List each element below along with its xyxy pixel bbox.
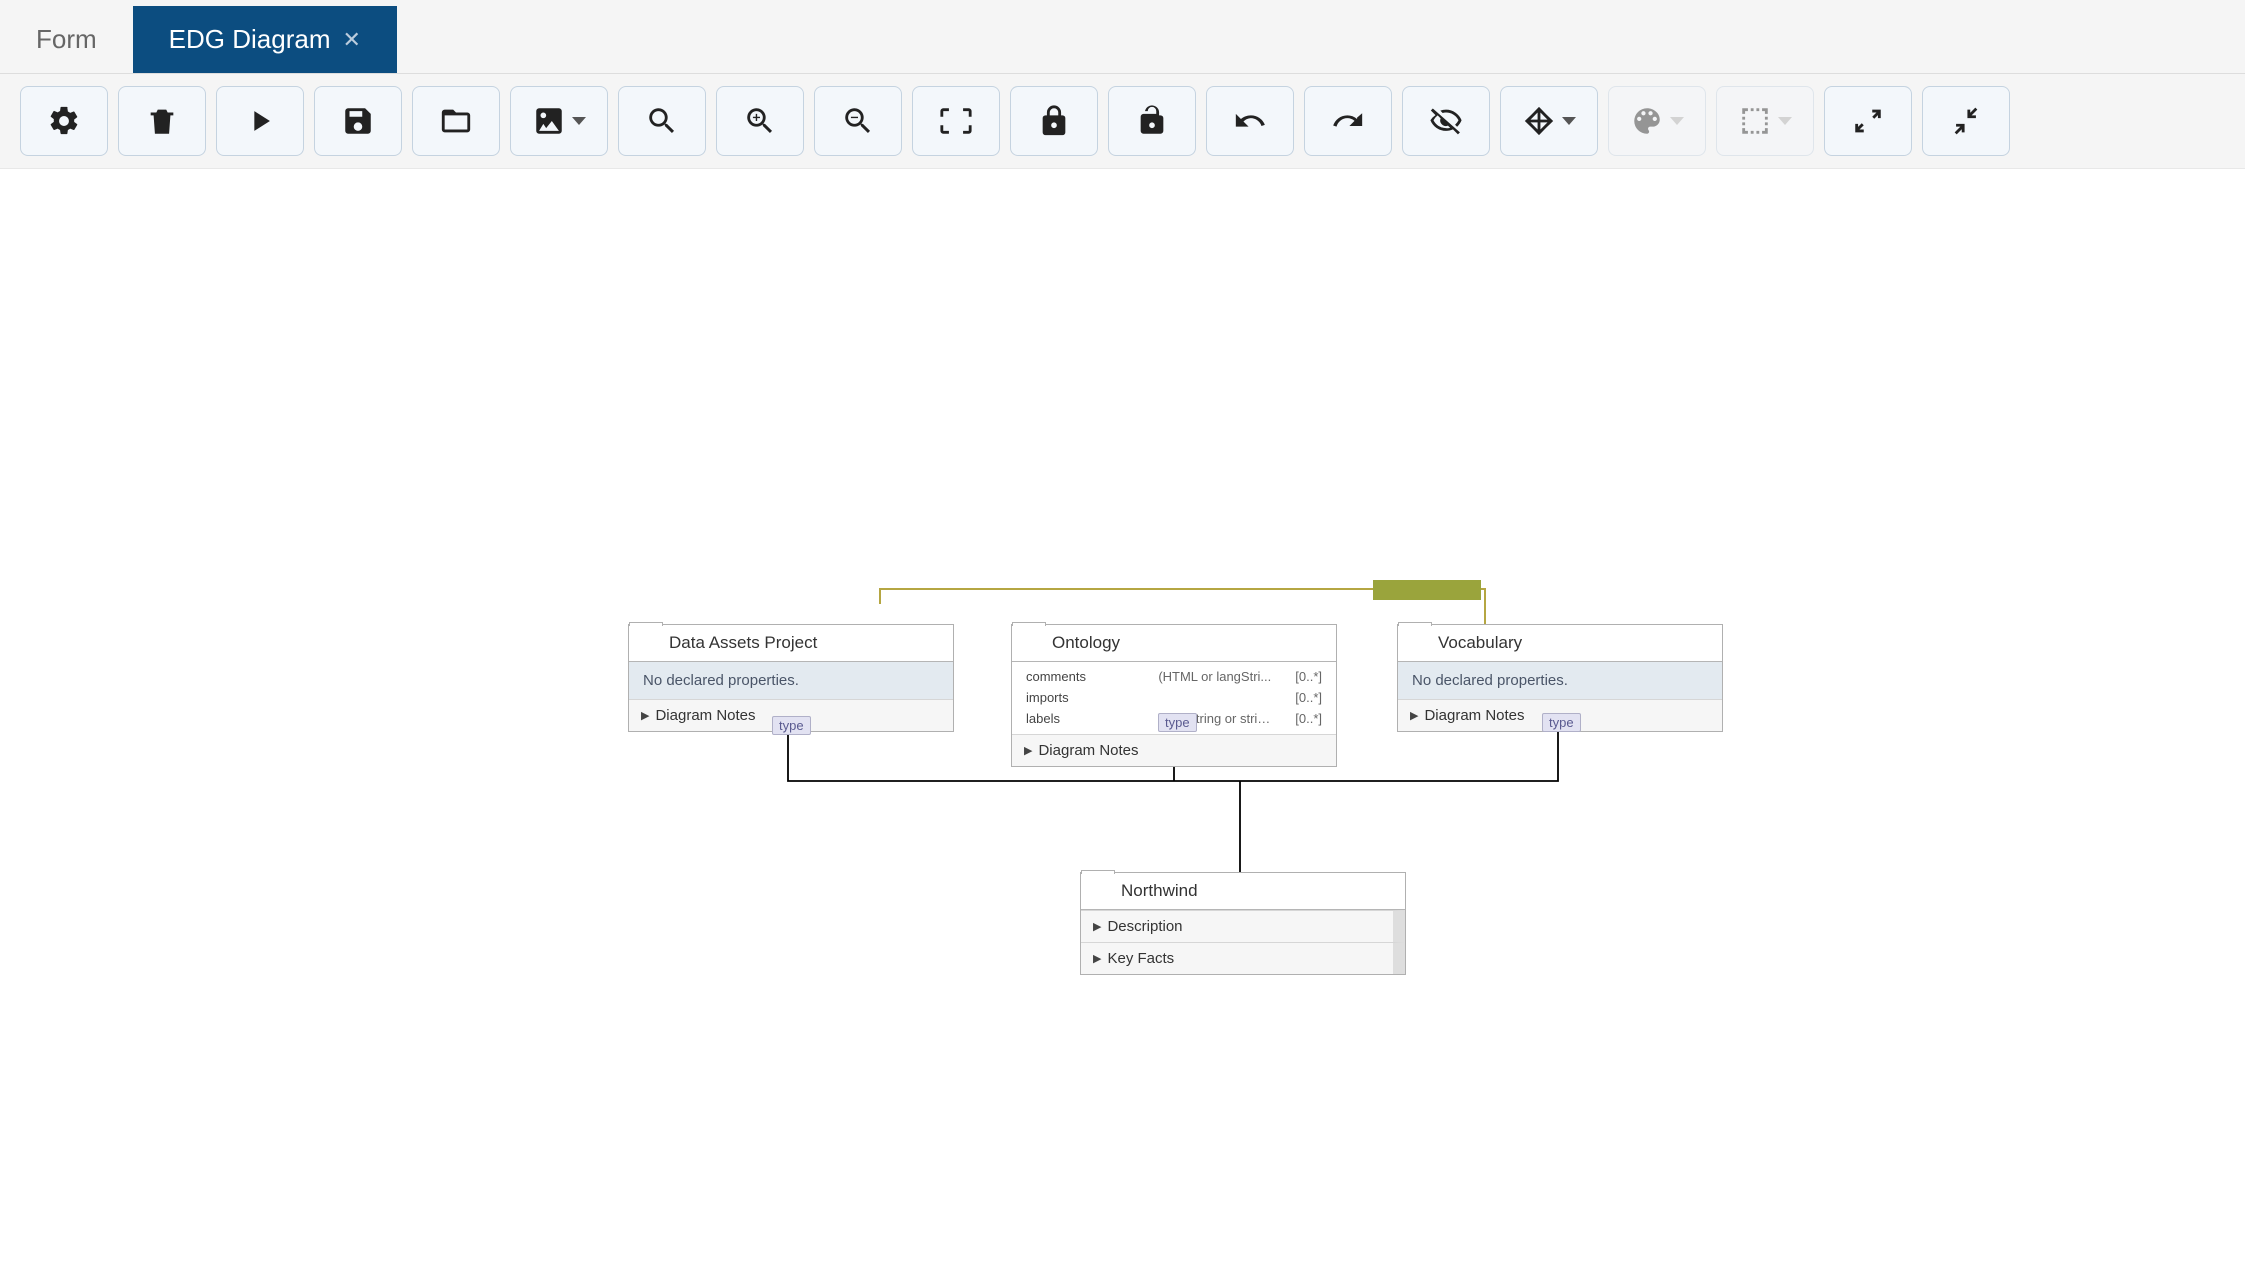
chevron-right-icon: ▶ — [641, 709, 649, 722]
unlock-icon — [1135, 104, 1169, 138]
chevron-right-icon: ▶ — [1093, 952, 1101, 965]
node-title: Northwind — [1081, 873, 1405, 910]
prop-name: imports — [1026, 688, 1150, 709]
prop-name: comments — [1026, 667, 1150, 688]
chevron-down-icon — [1778, 117, 1792, 125]
toolbar — [0, 74, 2245, 169]
tab-form-label: Form — [36, 24, 97, 55]
chevron-right-icon: ▶ — [1093, 920, 1101, 933]
section-label: Description — [1107, 918, 1182, 935]
search-button[interactable] — [618, 86, 706, 156]
zoom-out-button[interactable] — [814, 86, 902, 156]
play-icon — [243, 104, 277, 138]
undo-button[interactable] — [1206, 86, 1294, 156]
section-label: Key Facts — [1107, 950, 1174, 967]
tab-form[interactable]: Form — [0, 6, 133, 73]
tab-edg-label: EDG Diagram — [169, 24, 331, 55]
trash-icon — [145, 104, 179, 138]
eye-off-icon — [1429, 104, 1463, 138]
unlock-button[interactable] — [1108, 86, 1196, 156]
gear-icon — [47, 104, 81, 138]
diagram-canvas[interactable]: Data Assets Project No declared properti… — [0, 169, 2245, 1267]
node-notch — [1398, 622, 1432, 626]
node-section-diagram-notes[interactable]: ▶ Diagram Notes — [1012, 734, 1336, 766]
prop-name: labels — [1026, 709, 1150, 730]
lock-icon — [1037, 104, 1071, 138]
edge-label-type: type — [772, 716, 811, 735]
export-image-button[interactable] — [510, 86, 608, 156]
move-icon — [1522, 104, 1556, 138]
chevron-right-icon: ▶ — [1024, 744, 1032, 757]
close-icon[interactable]: ✕ — [343, 27, 361, 53]
settings-button[interactable] — [20, 86, 108, 156]
prop-type — [1158, 688, 1274, 709]
node-section-description[interactable]: ▶ Description — [1081, 910, 1405, 942]
node-body: No declared properties. — [1398, 662, 1722, 699]
node-ontology[interactable]: Ontology comments (HTML or langStri... [… — [1011, 624, 1337, 767]
node-body: No declared properties. — [629, 662, 953, 699]
node-northwind[interactable]: Northwind ▶ Description ▶ Key Facts — [1080, 872, 1406, 975]
save-icon — [341, 104, 375, 138]
folder-open-icon — [439, 104, 473, 138]
node-section-key-facts[interactable]: ▶ Key Facts — [1081, 942, 1405, 974]
fit-screen-button[interactable] — [912, 86, 1000, 156]
selection-icon — [1738, 104, 1772, 138]
node-title: Ontology — [1012, 625, 1336, 662]
delete-button[interactable] — [118, 86, 206, 156]
node-notch — [1081, 870, 1115, 874]
prop-type: (HTML or langStri... — [1158, 667, 1274, 688]
prop-card: [0..*] — [1282, 709, 1322, 730]
association-tag[interactable] — [1373, 580, 1481, 600]
node-notch — [629, 622, 663, 626]
selection-button — [1716, 86, 1814, 156]
hide-button[interactable] — [1402, 86, 1490, 156]
play-button[interactable] — [216, 86, 304, 156]
move-button[interactable] — [1500, 86, 1598, 156]
redo-button[interactable] — [1304, 86, 1392, 156]
palette-icon — [1630, 104, 1664, 138]
chevron-down-icon — [1562, 117, 1576, 125]
edge-label-type: type — [1542, 713, 1581, 732]
section-label: Diagram Notes — [1038, 742, 1138, 759]
lock-button[interactable] — [1010, 86, 1098, 156]
tabs-bar: Form EDG Diagram ✕ — [0, 0, 2245, 74]
search-icon — [645, 104, 679, 138]
tab-edg-diagram[interactable]: EDG Diagram ✕ — [133, 6, 397, 73]
node-notch — [1012, 622, 1046, 626]
zoom-in-button[interactable] — [716, 86, 804, 156]
fit-screen-icon — [939, 104, 973, 138]
property-row: comments (HTML or langStri... [0..*] — [1026, 667, 1322, 688]
image-icon — [532, 104, 566, 138]
chevron-right-icon: ▶ — [1410, 709, 1418, 722]
property-row: imports [0..*] — [1026, 688, 1322, 709]
zoom-in-icon — [743, 104, 777, 138]
expand-icon — [1851, 104, 1885, 138]
edge-label-type: type — [1158, 713, 1197, 732]
prop-card: [0..*] — [1282, 667, 1322, 688]
prop-card: [0..*] — [1282, 688, 1322, 709]
section-label: Diagram Notes — [1424, 707, 1524, 724]
fullscreen-button[interactable] — [1824, 86, 1912, 156]
chevron-down-icon — [1670, 117, 1684, 125]
node-title: Data Assets Project — [629, 625, 953, 662]
chevron-down-icon — [572, 117, 586, 125]
undo-icon — [1233, 104, 1267, 138]
node-title: Vocabulary — [1398, 625, 1722, 662]
collapse-icon — [1949, 104, 1983, 138]
palette-button — [1608, 86, 1706, 156]
exit-fullscreen-button[interactable] — [1922, 86, 2010, 156]
open-button[interactable] — [412, 86, 500, 156]
zoom-out-icon — [841, 104, 875, 138]
redo-icon — [1331, 104, 1365, 138]
save-button[interactable] — [314, 86, 402, 156]
section-label: Diagram Notes — [655, 707, 755, 724]
